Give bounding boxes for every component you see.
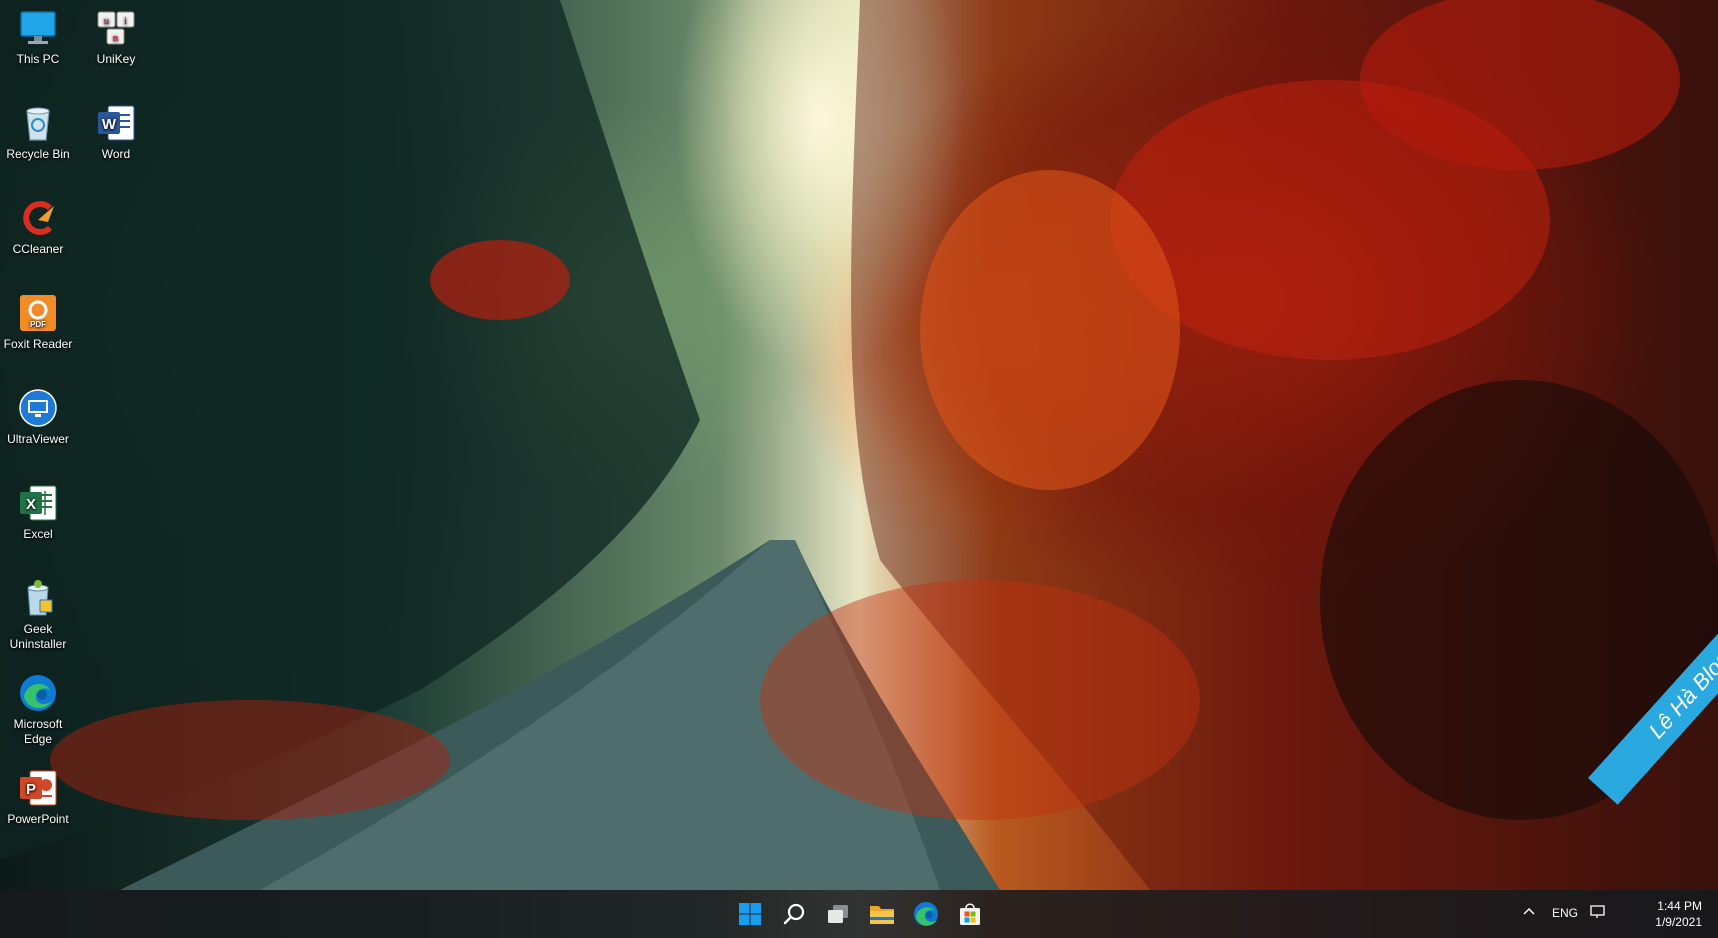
desktop-icon-microsoft-edge[interactable]: Microsoft Edge [0,673,76,747]
geek-uninstaller-icon [18,578,58,618]
desktop-icon-geek-uninstaller[interactable]: Geek Uninstaller [0,578,76,652]
excel-letter: X [26,496,36,513]
ccleaner-icon [18,198,58,238]
search-icon [783,903,805,925]
desktop-icon-excel[interactable]: X Excel [0,483,76,542]
icon-label: PowerPoint [7,812,69,826]
icon-label: UltraViewer [7,432,69,446]
desktop-wallpaper [0,0,1718,938]
wallpaper-scene [0,0,1718,890]
icon-label: Excel [23,527,53,541]
icon-label: Geek Uninstaller [9,622,67,651]
store-button[interactable] [954,898,986,930]
word-icon: W [96,103,136,143]
icon-label: Word [101,147,131,161]
clock-date: 1/9/2021 [1655,915,1702,929]
foxit-letter: PDF [30,320,46,329]
edge-icon [914,902,938,926]
desktop-icon-ccleaner[interactable]: CCleaner [0,198,76,257]
desktop-icon-powerpoint[interactable]: P PowerPoint [0,768,76,827]
input-language-indicator[interactable]: ENG [1552,906,1578,920]
icon-label: CCleaner [12,242,64,256]
taskbar: ENG 1:44 PM 1/9/2021 [0,890,1718,938]
edge-icon [18,673,58,713]
folder-icon [870,906,894,924]
desktop-icon-this-pc[interactable]: This PC [0,8,76,67]
computer-icon [18,8,58,48]
desktop-icon-recycle-bin[interactable]: Recycle Bin [0,103,76,162]
network-icon[interactable] [1590,904,1608,923]
file-explorer-button[interactable] [866,898,898,930]
store-icon [960,903,980,925]
icon-label: Foxit Reader [3,337,73,351]
start-button[interactable] [734,898,766,930]
task-view-icon [828,905,848,923]
search-button[interactable] [778,898,810,930]
icon-label: Recycle Bin [6,147,70,161]
clock-time: 1:44 PM [1657,899,1702,913]
icon-label: This PC [16,52,60,66]
edge-taskbar-button[interactable] [910,898,942,930]
recycle-bin-icon [18,103,58,143]
powerpoint-icon: P [18,768,58,808]
desktop-icon-word[interactable]: W Word [78,103,154,162]
unikey-icon: u i n [96,8,136,48]
icon-label: Microsoft Edge [13,717,63,746]
icon-label: UniKey [96,52,136,66]
windows-logo-icon [739,903,761,925]
task-view-button[interactable] [822,898,854,930]
unikey-key-n: n [113,32,119,44]
desktop-icon-unikey[interactable]: u i n UniKey [78,8,154,67]
word-letter: W [102,116,117,133]
powerpoint-letter: P [26,781,36,798]
show-hidden-icons-chevron-up-icon[interactable] [1522,904,1536,921]
ultraviewer-icon [18,388,58,428]
unikey-key-i: i [124,15,127,27]
taskbar-clock[interactable]: 1:44 PM 1/9/2021 [1655,898,1702,930]
excel-icon: X [18,483,58,523]
unikey-key-u: u [104,15,110,27]
foxit-reader-icon: PDF [18,293,58,333]
desktop-icon-ultraviewer[interactable]: UltraViewer [0,388,76,447]
desktop-icon-foxit-reader[interactable]: PDF Foxit Reader [0,293,76,352]
